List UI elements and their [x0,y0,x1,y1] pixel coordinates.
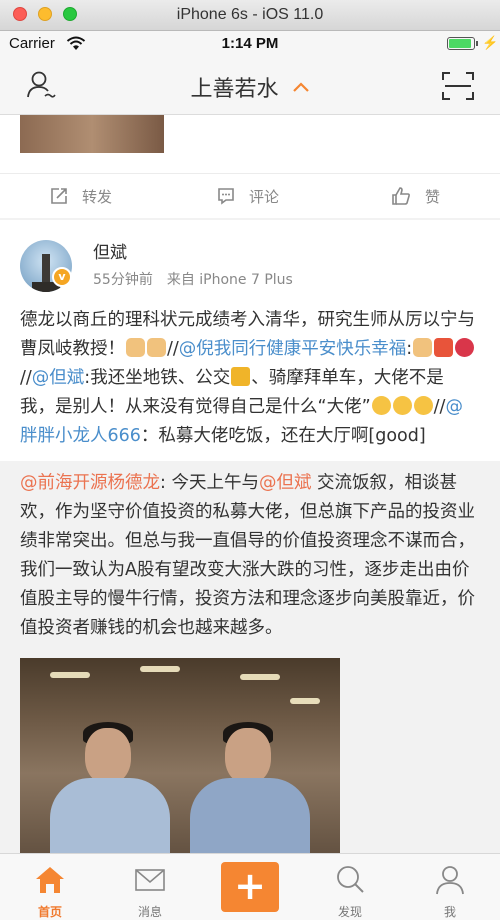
post-photo[interactable] [20,658,340,853]
comment-button[interactable]: 评论 [217,174,279,218]
verified-badge-icon: v [52,267,72,287]
post-text-part: :我还坐地铁、公交 [84,368,231,388]
ceiling-light [240,674,280,680]
tongue-emoji-icon [371,396,391,415]
home-icon [36,867,64,893]
laughing-emoji-icon [392,396,412,415]
window-title: iPhone 6s - iOS 11.0 [176,6,324,23]
tab-discover[interactable]: 发现 [300,854,400,920]
compose-button[interactable]: + [221,862,279,912]
post-meta: 55分钟前 来自 iPhone 7 Plus [93,269,293,289]
post-time: 55分钟前 [93,272,153,288]
repost-text-part: 交流饭叙，相谈甚欢，作为坚守价值投资的私募大佬，但总旗下产品的投资业绩非常突出。… [20,473,475,638]
repost-text-part: : 今天上午与 [160,473,259,493]
ceiling-light [290,698,320,704]
post-text-part: : [406,339,413,359]
thumbs-up-icon [392,187,410,205]
mention-link[interactable]: @倪我同行健康平安快乐幸福 [179,339,407,359]
scan-icon[interactable] [441,71,475,101]
forward-icon [51,188,67,204]
tab-me[interactable]: 我 [400,854,500,920]
comment-icon [218,188,234,205]
original-author-link[interactable]: @前海开源杨德龙 [20,473,160,493]
ceiling-light [50,672,90,678]
person-head [225,728,271,784]
photo-person [190,718,310,853]
navigation-bar: 上善若水 [0,58,500,115]
charging-icon: ⚡ [482,35,499,50]
like-button[interactable]: 赞 [391,174,440,218]
battery-tip [476,41,478,46]
photo-person [50,718,170,853]
mention-link[interactable]: @但斌 [259,473,312,493]
author-name[interactable]: 但斌 [93,238,127,263]
ceiling-light [140,666,180,672]
page-title: 上善若水 [190,77,279,102]
person-head [85,728,131,784]
forward-label: 转发 [82,187,113,206]
repost-separator: // [167,339,179,359]
tab-home[interactable]: 首页 [0,854,100,920]
comment-label: 评论 [249,187,280,206]
person-torso [190,778,310,853]
plus-icon: + [234,864,266,908]
tab-me-label: 我 [443,905,456,919]
thumbs-up-emoji-icon [126,338,145,357]
status-bar: Carrier 1:14 PM ⚡ [0,31,500,58]
group-selector[interactable]: 上善若水 [0,71,500,103]
tab-home-label: 首页 [37,905,62,919]
tab-discover-label: 发现 [337,905,362,919]
profile-icon [436,866,464,895]
battery-level [449,39,471,48]
clock: 1:14 PM [221,35,279,52]
post-card[interactable]: v 但斌 55分钟前 来自 iPhone 7 Plus 德龙以商丘的理科状元成绩考… [0,220,500,853]
repost-text: @前海开源杨德龙: 今天上午与@但斌 交流饭叙，相谈甚欢，作为坚守价值投资的私募… [20,469,480,643]
tab-messages[interactable]: 消息 [100,854,200,920]
search-icon [337,866,364,893]
tab-messages-label: 消息 [137,905,162,919]
post-source: 来自 iPhone 7 Plus [166,272,293,288]
chevron-up-icon [292,82,309,92]
simulator-title-bar: iPhone 6s - iOS 11.0 [0,0,500,31]
battery-icon [447,37,475,50]
thumbs-up-emoji-icon [413,338,433,357]
bus-emoji-icon [231,367,251,386]
reposted-content[interactable]: @前海开源杨德龙: 今天上午与@但斌 交流饭叙，相谈甚欢，作为坚守价值投资的私募… [0,461,500,853]
rose-emoji-icon [455,338,475,357]
previous-post-card: 转发 评论 赞 [0,115,500,218]
person-torso [50,778,170,853]
timeline-feed[interactable]: 转发 评论 赞 v 但斌 55分钟前 来自 iPhone 7 Plus 德龙以商… [0,115,500,853]
repost-separator: // [20,368,32,388]
tab-bar: 首页 消息 + 发现 我 [0,853,500,920]
previous-post-image[interactable] [20,115,164,153]
praying-hands-emoji-icon [147,338,166,357]
fireworks-emoji-icon [434,338,454,357]
post-action-bar: 转发 评论 赞 [0,173,500,218]
post-text: 德龙以商丘的理科状元成绩考入清华，研究生师从厉以宁与曹凤岐教授！//@倪我同行健… [20,306,478,451]
mention-link[interactable]: @但斌 [32,368,85,388]
tongue-emoji-icon [413,396,433,415]
repost-separator: // [433,397,446,417]
forward-button[interactable]: 转发 [50,174,112,218]
envelope-icon [135,869,165,891]
post-text-part: ：私募大佬吃饭，还在大厅啊[good] [140,426,426,446]
like-label: 赞 [425,187,441,206]
